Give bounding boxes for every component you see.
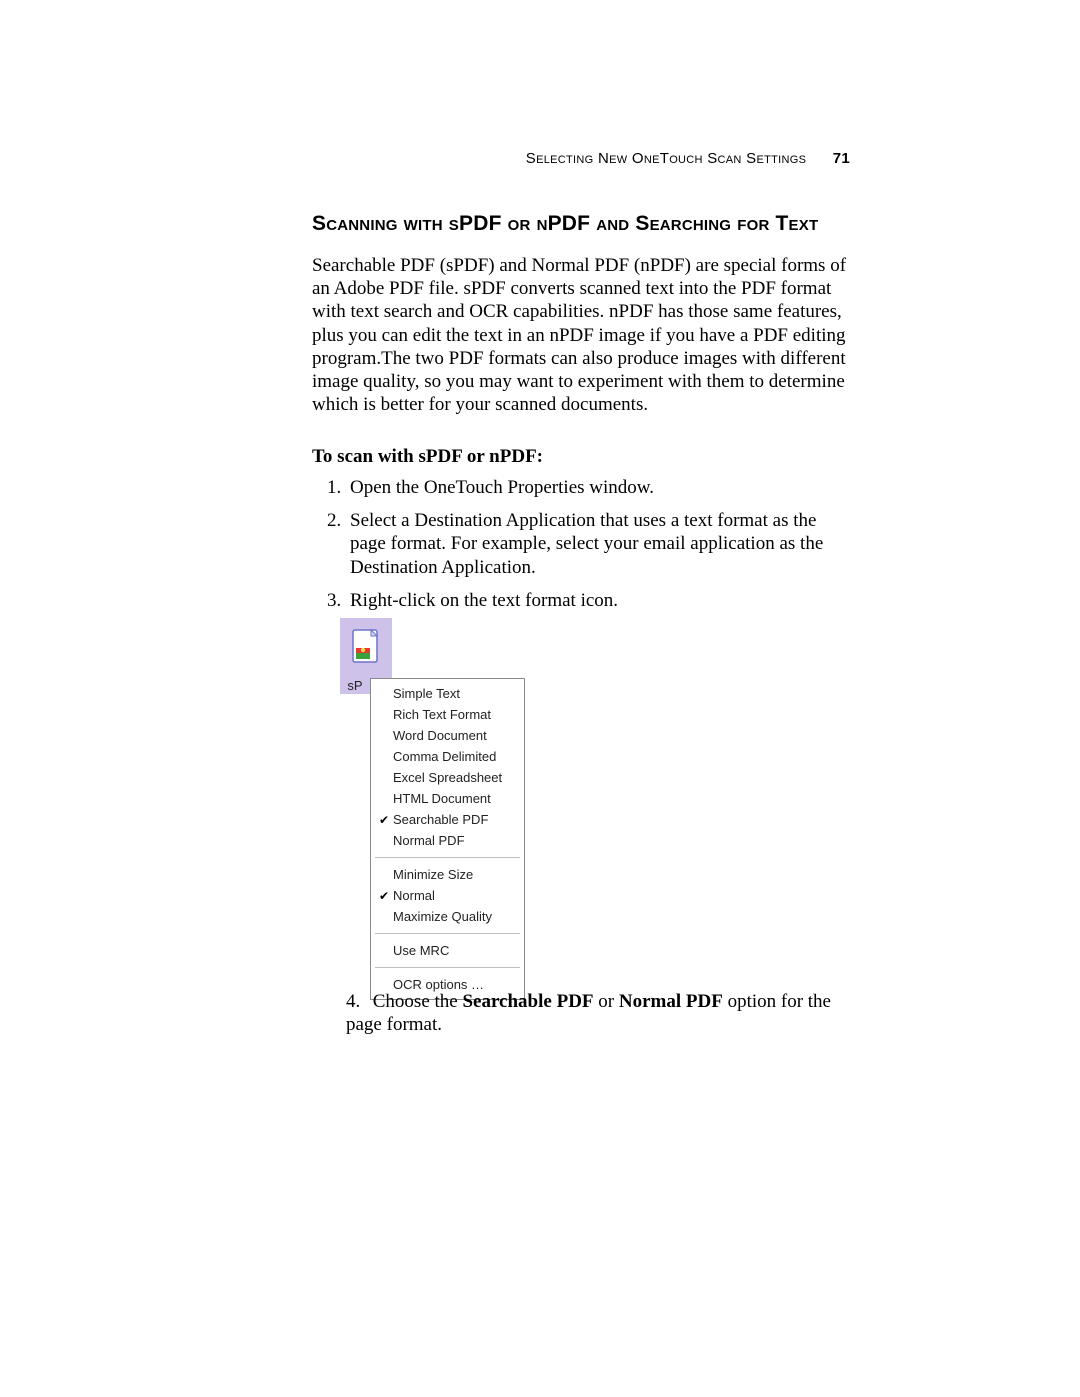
menu-group-mrc: Use MRC [371,936,524,965]
menu-group-quality: Minimize Size ✔Normal Maximize Quality [371,860,524,931]
menu-item-label: Maximize Quality [391,909,492,924]
format-context-menu[interactable]: Simple Text Rich Text Format Word Docume… [370,678,525,1000]
format-icon-label: sP [340,678,370,694]
format-icon-button[interactable] [340,618,392,678]
step-4-text-pre: Choose the [373,991,463,1012]
procedure-subheading: To scan with sPDF or nPDF: [312,446,543,468]
step-4-bold-1: Searchable PDF [462,991,593,1012]
menu-item-label: Simple Text [391,686,460,701]
menu-item-label: Use MRC [391,943,449,958]
step-4-number: 4. [346,990,368,1013]
menu-item-label: Minimize Size [391,867,473,882]
step-4: 4. Choose the Searchable PDF or Normal P… [346,990,852,1036]
menu-item-html-doc[interactable]: HTML Document [371,788,524,809]
menu-item-label: Searchable PDF [391,812,488,827]
menu-item-searchable-pdf[interactable]: ✔Searchable PDF [371,809,524,830]
menu-item-use-mrc[interactable]: Use MRC [371,940,524,961]
menu-item-normal[interactable]: ✔Normal [371,885,524,906]
menu-item-normal-pdf[interactable]: Normal PDF [371,830,524,851]
menu-item-label: Excel Spreadsheet [391,770,502,785]
intro-paragraph: Searchable PDF (sPDF) and Normal PDF (nP… [312,254,852,416]
menu-item-maximize-quality[interactable]: Maximize Quality [371,906,524,927]
pdf-file-icon [349,628,383,668]
menu-item-rich-text[interactable]: Rich Text Format [371,704,524,725]
step-2: Select a Destination Application that us… [346,509,852,579]
running-head-text: Selecting New OneTouch Scan Settings [526,150,806,167]
menu-separator [375,967,520,968]
menu-item-word-doc[interactable]: Word Document [371,725,524,746]
check-icon: ✔ [377,813,391,827]
procedure-list: Open the OneTouch Properties window. Sel… [346,476,852,622]
menu-item-minimize-size[interactable]: Minimize Size [371,864,524,885]
menu-item-excel[interactable]: Excel Spreadsheet [371,767,524,788]
menu-separator [375,933,520,934]
menu-item-label: Rich Text Format [391,707,491,722]
menu-item-label: Normal PDF [391,833,465,848]
step-4-bold-2: Normal PDF [619,991,723,1012]
step-1: Open the OneTouch Properties window. [346,476,852,499]
menu-separator [375,857,520,858]
step-3-text: Right-click on the text format icon. [350,590,618,611]
context-menu-figure: sP Simple Text Rich Text Format Word Doc… [340,618,525,1000]
menu-item-label: HTML Document [391,791,491,806]
section-heading: Scanning with sPDF or nPDF and Searching… [312,212,818,236]
step-3: Right-click on the text format icon. [346,589,852,612]
menu-item-label: Normal [391,888,435,903]
step-1-text: Open the OneTouch Properties window. [350,477,654,498]
menu-item-label: Comma Delimited [391,749,496,764]
document-page: Selecting New OneTouch Scan Settings 71 … [0,0,1080,1397]
menu-item-label: Word Document [391,728,487,743]
menu-group-formats: Simple Text Rich Text Format Word Docume… [371,679,524,855]
menu-item-simple-text[interactable]: Simple Text [371,683,524,704]
running-header: Selecting New OneTouch Scan Settings 71 [526,150,850,167]
menu-item-comma-delimited[interactable]: Comma Delimited [371,746,524,767]
check-icon: ✔ [377,889,391,903]
page-number: 71 [833,150,850,167]
step-2-text: Select a Destination Application that us… [350,510,823,577]
step-4-text-mid: or [594,991,619,1012]
